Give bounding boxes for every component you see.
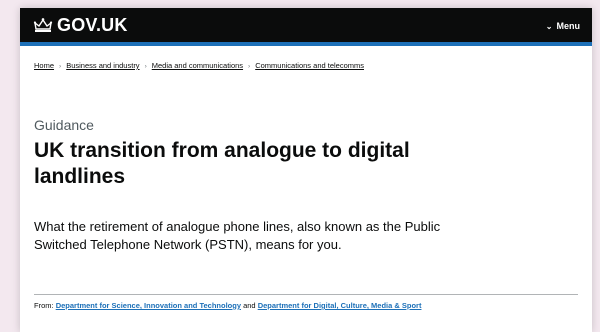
chevron-down-icon: ⌄ (545, 21, 553, 31)
from-label: From: (34, 301, 54, 310)
govuk-header: GOV.UK ⌄ Menu (20, 8, 592, 42)
govuk-logo-link[interactable]: GOV.UK (33, 15, 128, 35)
breadcrumb-telecomms-link[interactable]: Communications and telecomms (255, 61, 364, 70)
govuk-logo-text: GOV.UK (57, 14, 128, 35)
metadata-divider (34, 294, 578, 295)
org-dsit-link[interactable]: Department for Science, Innovation and T… (56, 301, 241, 310)
header-blue-stripe (20, 42, 592, 46)
metadata-from: From: Department for Science, Innovation… (34, 300, 454, 312)
page-title: UK transition from analogue to digital l… (34, 139, 410, 188)
breadcrumb: Home › Business and industry › Media and com… (34, 61, 584, 70)
browser-page: GOV.UK ⌄ Menu Home › Business and industry… (20, 8, 592, 332)
breadcrumb-separator-icon: › (248, 63, 251, 70)
menu-button[interactable]: ⌄ Menu (546, 19, 580, 33)
and-label: and (243, 301, 256, 310)
breadcrumb-separator-icon: › (59, 63, 62, 70)
crown-icon (33, 18, 53, 32)
breadcrumb-separator-icon: › (144, 63, 147, 70)
org-dcms-link[interactable]: Department for Digital, Culture, Media &… (258, 301, 422, 310)
page-caption: Guidance (34, 117, 94, 133)
menu-label: Menu (556, 21, 581, 31)
breadcrumb-business-link[interactable]: Business and industry (66, 61, 139, 70)
page-lede: What the retirement of analogue phone li… (34, 219, 441, 252)
breadcrumb-media-link[interactable]: Media and communications (152, 61, 243, 70)
breadcrumb-home-link[interactable]: Home (34, 61, 54, 70)
